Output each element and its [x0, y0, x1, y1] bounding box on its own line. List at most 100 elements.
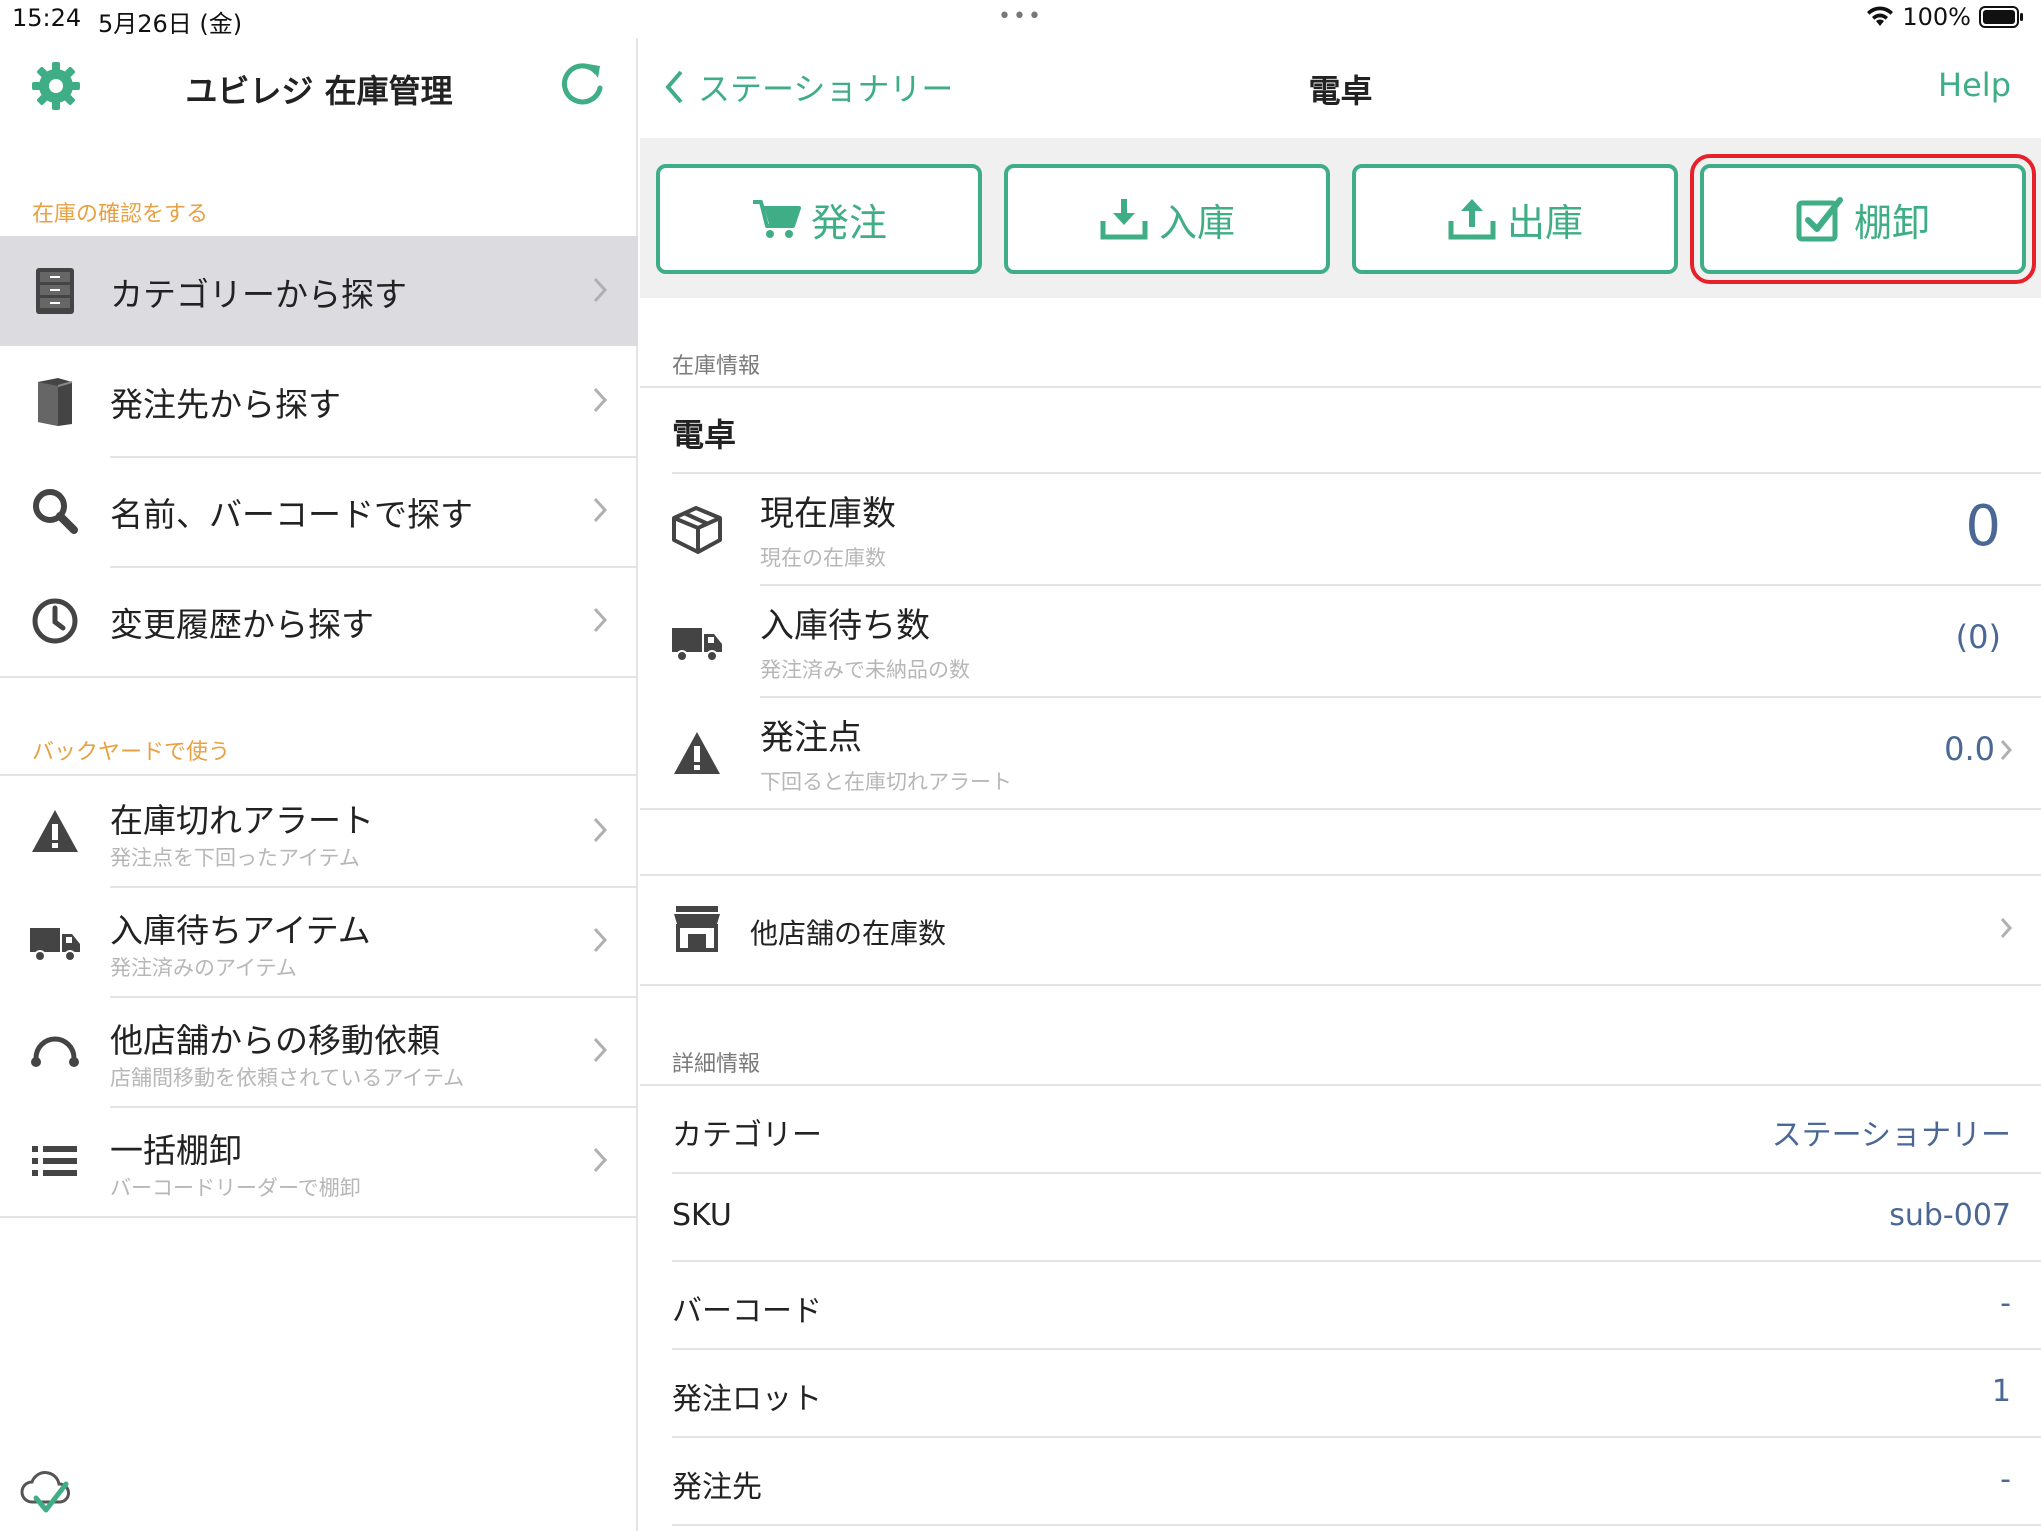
sidebar-item-bulk-inventory[interactable]: 一括棚卸 バーコードリーダーで棚卸 [0, 1106, 638, 1216]
warning-icon [28, 804, 82, 858]
sidebar-item-supplier[interactable]: 発注先から探す [0, 346, 638, 456]
incoming-title: 入庫待ち数 [760, 606, 930, 646]
sidebar-item-sublabel: バーコードリーダーで棚卸 [110, 1176, 361, 1200]
list-icon [28, 1134, 82, 1188]
chevron-right-icon [592, 1146, 608, 1174]
divider [672, 1524, 2041, 1526]
inventory-button[interactable]: 棚卸 [1690, 154, 2036, 284]
sidebar-item-label: 一括棚卸 [110, 1131, 242, 1170]
detail-pane: ステーショナリー 電卓 Help 発注 入庫 出庫 棚卸 在庫情報 電卓 現在庫… [640, 38, 2041, 1531]
chevron-right-icon [592, 276, 608, 304]
cabinet-icon [28, 264, 82, 318]
detail-row-supplier: 発注先 - [640, 1438, 2041, 1526]
reorder-value: 0.0 [1944, 730, 1995, 768]
other-stores-label: 他店舗の在庫数 [750, 917, 947, 950]
chevron-right-icon [1999, 916, 2013, 940]
reorder-sub: 下回ると在庫切れアラート [760, 770, 1012, 794]
store-icon [670, 902, 724, 956]
upload-icon [1447, 197, 1497, 241]
chevron-right-icon [592, 496, 608, 524]
sidebar-header: ユビレジ 在庫管理 [0, 38, 638, 138]
reorder-title: 発注点 [760, 718, 862, 758]
sidebar-item-transfer-request[interactable]: 他店舗からの移動依頼 店舗間移動を依頼されているアイテム [0, 996, 638, 1106]
transfer-icon [28, 1024, 82, 1078]
detail-key: 発注先 [672, 1470, 762, 1505]
search-icon [28, 484, 82, 538]
detail-key: バーコード [672, 1294, 822, 1329]
sidebar-item-category[interactable]: カテゴリーから探す [0, 236, 638, 346]
detail-value: - [2000, 1462, 2011, 1497]
divider [640, 386, 2041, 388]
sidebar-item-sublabel: 店舗間移動を依頼されているアイテム [110, 1066, 465, 1090]
detail-row-barcode: バーコード - [640, 1262, 2041, 1350]
chevron-right-icon [592, 816, 608, 844]
chevron-right-icon [592, 926, 608, 954]
warning-icon [670, 726, 724, 780]
battery-icon [1979, 5, 2025, 29]
sidebar-item-sublabel: 発注点を下回ったアイテム [110, 846, 360, 870]
status-time: 15:24 [12, 4, 82, 32]
receive-button[interactable]: 入庫 [1004, 164, 1330, 274]
sidebar-item-label: 変更履歴から探す [110, 605, 374, 644]
status-date: 5月26日 (金) [98, 10, 243, 38]
cart-icon [751, 198, 801, 240]
wifi-icon [1866, 6, 1894, 28]
section-label-stock: 在庫情報 [672, 354, 761, 379]
chevron-right-icon [1999, 738, 2013, 762]
divider [0, 1216, 638, 1218]
sidebar: ユビレジ 在庫管理 在庫の確認をする カテゴリーから探す 発注先から探す 名前、… [0, 38, 638, 1531]
sidebar-item-label: 他店舗からの移動依頼 [110, 1021, 440, 1060]
reorder-point-row[interactable]: 発注点 下回ると在庫切れアラート 0.0 [640, 698, 2041, 808]
sidebar-item-search[interactable]: 名前、バーコードで探す [0, 456, 638, 566]
page-title: 電卓 [1308, 72, 1373, 110]
status-right: 100% [1866, 3, 2025, 31]
detail-value: sub-007 [1889, 1198, 2011, 1233]
detail-key: SKU [672, 1198, 732, 1233]
detail-value: - [2000, 1286, 2011, 1321]
incoming-stock-row: 入庫待ち数 発注済みで未納品の数 (0) [640, 586, 2041, 696]
sidebar-item-stock-alert[interactable]: 在庫切れアラート 発注点を下回ったアイテム [0, 776, 638, 886]
detail-value: ステーショナリー [1771, 1118, 2011, 1153]
detail-row-sku: SKU sub-007 [640, 1174, 2041, 1262]
current-stock-sub: 現在の在庫数 [760, 546, 886, 570]
checkbox-icon [1796, 196, 1844, 242]
ship-label: 出庫 [1506, 200, 1583, 245]
chevron-right-icon [592, 1036, 608, 1064]
detail-row-order-lot: 発注ロット 1 [640, 1350, 2041, 1438]
sidebar-item-incoming[interactable]: 入庫待ちアイテム 発注済みのアイテム [0, 886, 638, 996]
book-icon [28, 374, 82, 428]
divider [640, 984, 2041, 986]
sidebar-item-label: 発注先から探す [110, 385, 341, 424]
order-label: 発注 [810, 200, 887, 245]
current-stock-row: 現在庫数 現在の在庫数 0 [640, 474, 2041, 584]
detail-row-category: カテゴリー ステーショナリー [640, 1086, 2041, 1174]
sidebar-item-sublabel: 発注済みのアイテム [110, 956, 297, 980]
sidebar-item-history[interactable]: 変更履歴から探す [0, 566, 638, 676]
clock-icon [28, 594, 82, 648]
other-stores-row[interactable]: 他店舗の在庫数 [640, 876, 2041, 984]
cloud-sync-icon[interactable] [18, 1466, 74, 1518]
divider [640, 808, 2041, 810]
sidebar-item-label: 在庫切れアラート [110, 801, 374, 840]
order-button[interactable]: 発注 [656, 164, 982, 274]
download-icon [1099, 197, 1149, 241]
sidebar-item-label: 名前、バーコードで探す [110, 495, 473, 534]
chevron-right-icon [592, 386, 608, 414]
battery-percent: 100% [1902, 3, 1971, 31]
chevron-right-icon [592, 606, 608, 634]
section-label-backyard: バックヤードで使う [32, 740, 231, 765]
current-stock-title: 現在庫数 [760, 494, 896, 534]
incoming-sub: 発注済みで未納品の数 [760, 658, 970, 682]
ship-button[interactable]: 出庫 [1352, 164, 1678, 274]
refresh-icon[interactable] [556, 58, 608, 110]
incoming-value: (0) [1955, 618, 2001, 656]
box-icon [670, 502, 724, 556]
multitask-indicator[interactable]: ••• [998, 4, 1043, 29]
truck-icon [670, 614, 724, 668]
item-name: 電卓 [672, 416, 737, 454]
sidebar-item-label: カテゴリーから探す [110, 275, 407, 314]
action-toolbar: 発注 入庫 出庫 棚卸 [640, 138, 2041, 298]
app-title: ユビレジ 在庫管理 [185, 72, 453, 110]
truck-icon [28, 914, 82, 968]
help-button[interactable]: Help [1938, 66, 2011, 104]
